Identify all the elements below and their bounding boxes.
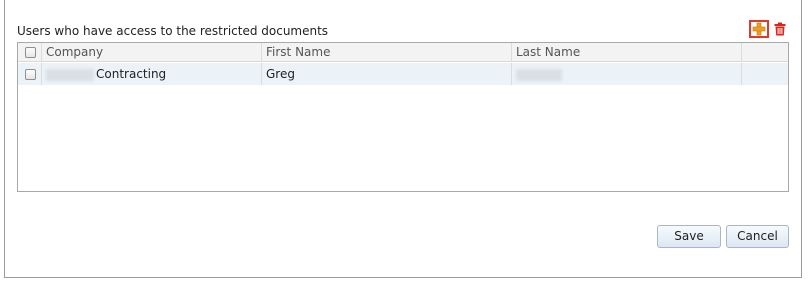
cancel-button[interactable]: Cancel: [726, 225, 789, 248]
last-name-cell: [512, 63, 742, 85]
section-title: Users who have access to the restricted …: [17, 24, 329, 38]
row-spacer: [742, 63, 788, 85]
users-grid: Company First Name Last Name Contracting…: [17, 42, 789, 192]
plus-icon: [752, 22, 766, 36]
row-checkbox[interactable]: [25, 69, 36, 80]
redacted-company-prefix: [46, 68, 94, 81]
first-name-cell: Greg: [262, 63, 512, 85]
company-cell: Contracting: [42, 63, 262, 85]
redacted-last-name: [516, 68, 562, 81]
trash-icon: [774, 22, 786, 36]
company-name: Contracting: [96, 67, 167, 81]
table-row[interactable]: Contracting Greg: [18, 63, 788, 85]
select-all-cell: [18, 43, 42, 62]
add-user-button[interactable]: [749, 20, 769, 38]
row-select-cell: [18, 63, 42, 85]
column-header-company[interactable]: Company: [42, 43, 262, 62]
column-header-spacer: [742, 43, 788, 62]
column-header-first-name[interactable]: First Name: [262, 43, 512, 62]
delete-user-button[interactable]: [773, 21, 787, 37]
grid-header: Company First Name Last Name: [18, 43, 788, 62]
save-button[interactable]: Save: [657, 225, 721, 248]
column-header-last-name[interactable]: Last Name: [512, 43, 742, 62]
select-all-checkbox[interactable]: [25, 47, 36, 58]
